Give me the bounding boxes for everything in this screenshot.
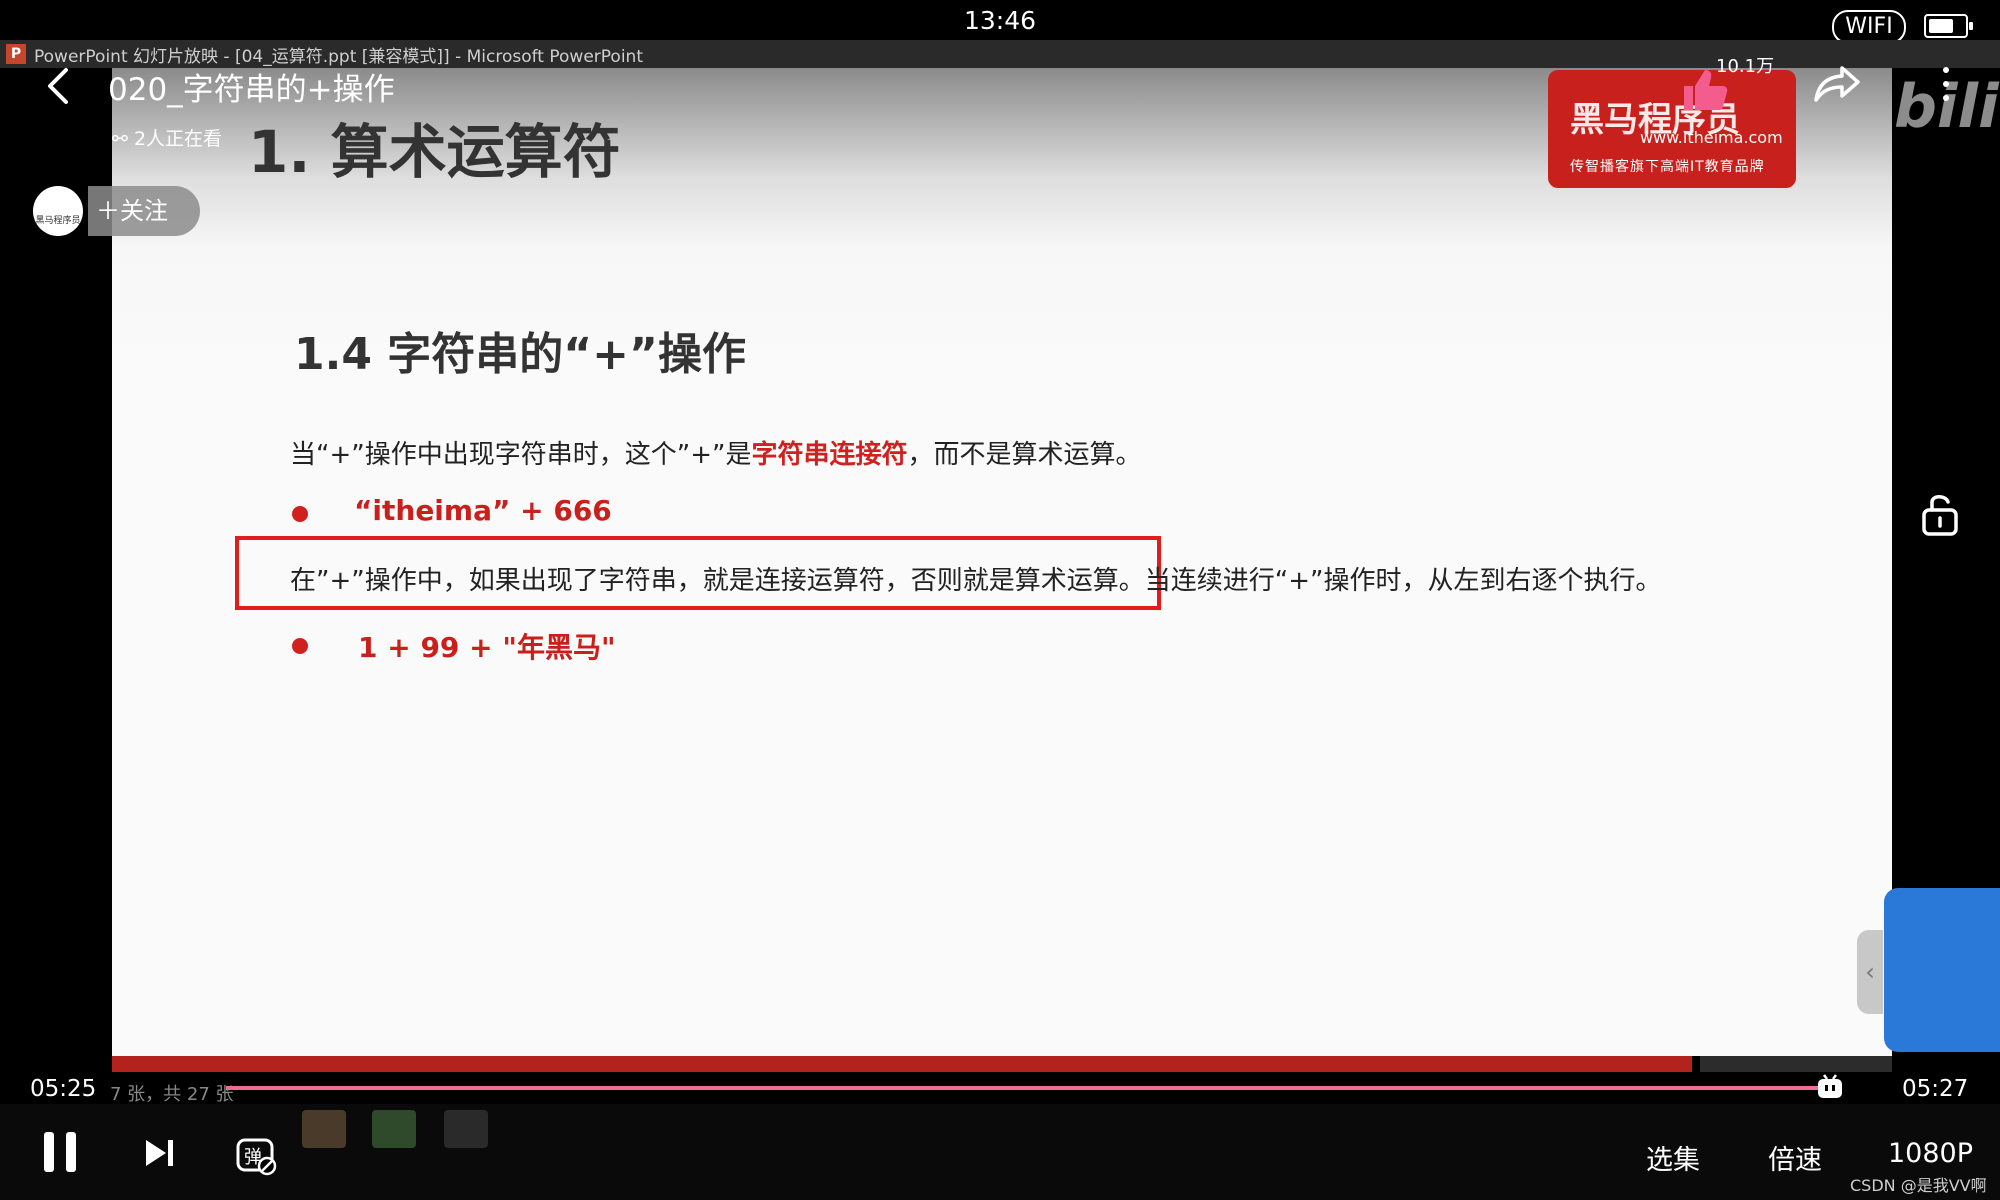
logo-url: www.itheima.com (1640, 128, 1783, 147)
bullet-code-2: 1 + 99 + "年黑马" (358, 631, 616, 664)
viewers-icon: ⚯ (112, 128, 128, 150)
battery-icon (1924, 14, 1973, 38)
slide-line-2-rest: 当连续进行“+”操作时，从左到右逐个执行。 (1144, 566, 1662, 596)
follow-button[interactable]: ＋关注 (88, 186, 200, 236)
csdn-watermark: CSDN @是我VV啊 (1850, 1176, 1987, 1195)
section-title: 1.4 字符串的“+”操作 (294, 329, 746, 380)
slide-line-1-b: ，而不是算术运算。 (907, 440, 1142, 470)
plus-icon: ＋ (96, 197, 120, 225)
slide-line-1: 当“+”操作中出现字符串时，这个”+”是字符串连接符，而不是算术运算。 (290, 434, 1141, 471)
follow-label: 关注 (120, 197, 168, 225)
avatar-text: 黑马程序员 (35, 216, 81, 226)
taskbar-terminal-icon (444, 1110, 488, 1148)
taskbar-powerpoint-icon (302, 1110, 346, 1148)
episodes-button[interactable]: 选集 (1646, 1138, 1700, 1177)
status-clock: 13:46 (963, 6, 1037, 35)
slide-line-2: 在”+”操作中，如果出现了字符串，就是连接运算符，否则就是算术运算。当连续进行“… (290, 560, 1661, 597)
slide-line-2-boxed: 在”+”操作中，如果出现了字符串，就是连接运算符，否则就是算术运算。 (290, 566, 1145, 596)
avatar[interactable]: 黑马程序员 (33, 186, 83, 236)
back-arrow-icon[interactable] (40, 66, 80, 106)
wifi-indicator: WIFI (1832, 10, 1906, 44)
current-time: 05:25 (30, 1076, 97, 1102)
speed-button[interactable]: 倍速 (1768, 1138, 1822, 1177)
progress-thumb-tv-icon[interactable] (1816, 1074, 1844, 1100)
slide-line-1-highlight: 字符串连接符 (751, 440, 908, 470)
bullet-dot (292, 638, 308, 654)
share-icon[interactable] (1812, 62, 1862, 106)
java-course-card[interactable] (1884, 888, 2000, 1052)
logo-slogan: 传智播客旗下高端IT教育品牌 (1570, 159, 1765, 175)
bottom-control-bar (0, 1104, 2000, 1200)
viewer-count: ⚯ 2人正在看 (112, 124, 222, 151)
slide-counter: 7 张，共 27 张 (110, 1084, 234, 1105)
progress-fill (226, 1086, 1825, 1090)
next-episode-icon[interactable] (144, 1138, 176, 1168)
quality-button[interactable]: 1080P (1888, 1138, 1973, 1169)
side-panel-handle[interactable]: ‹ (1857, 930, 1883, 1014)
taskbar-notepad-icon (372, 1110, 416, 1148)
slide-header: 1. 算术运算符 (248, 118, 621, 186)
danmaku-label: 弹 (244, 1147, 262, 1168)
screen-lock-icon[interactable] (1920, 490, 1960, 536)
powerpoint-icon: P (6, 44, 26, 64)
slide-footer-bar (112, 1056, 1692, 1072)
total-time: 05:27 (1902, 1076, 1969, 1102)
pause-icon[interactable] (40, 1130, 80, 1174)
slide-footer-dark (1700, 1056, 1892, 1072)
more-icon[interactable] (1936, 64, 1956, 104)
bullet-dot (292, 506, 308, 522)
viewer-count-text: 2人正在看 (133, 128, 223, 150)
like-count: 10.1万 (1716, 56, 1775, 77)
video-title: 020_字符串的+操作 (108, 72, 395, 108)
bullet-code-1: “itheima” + 666 (354, 494, 612, 527)
battery-level (1929, 19, 1953, 33)
danmaku-toggle-icon[interactable]: 弹 (236, 1132, 278, 1176)
slide-line-1-a: 当“+”操作中出现字符串时，这个”+”是 (290, 440, 752, 470)
